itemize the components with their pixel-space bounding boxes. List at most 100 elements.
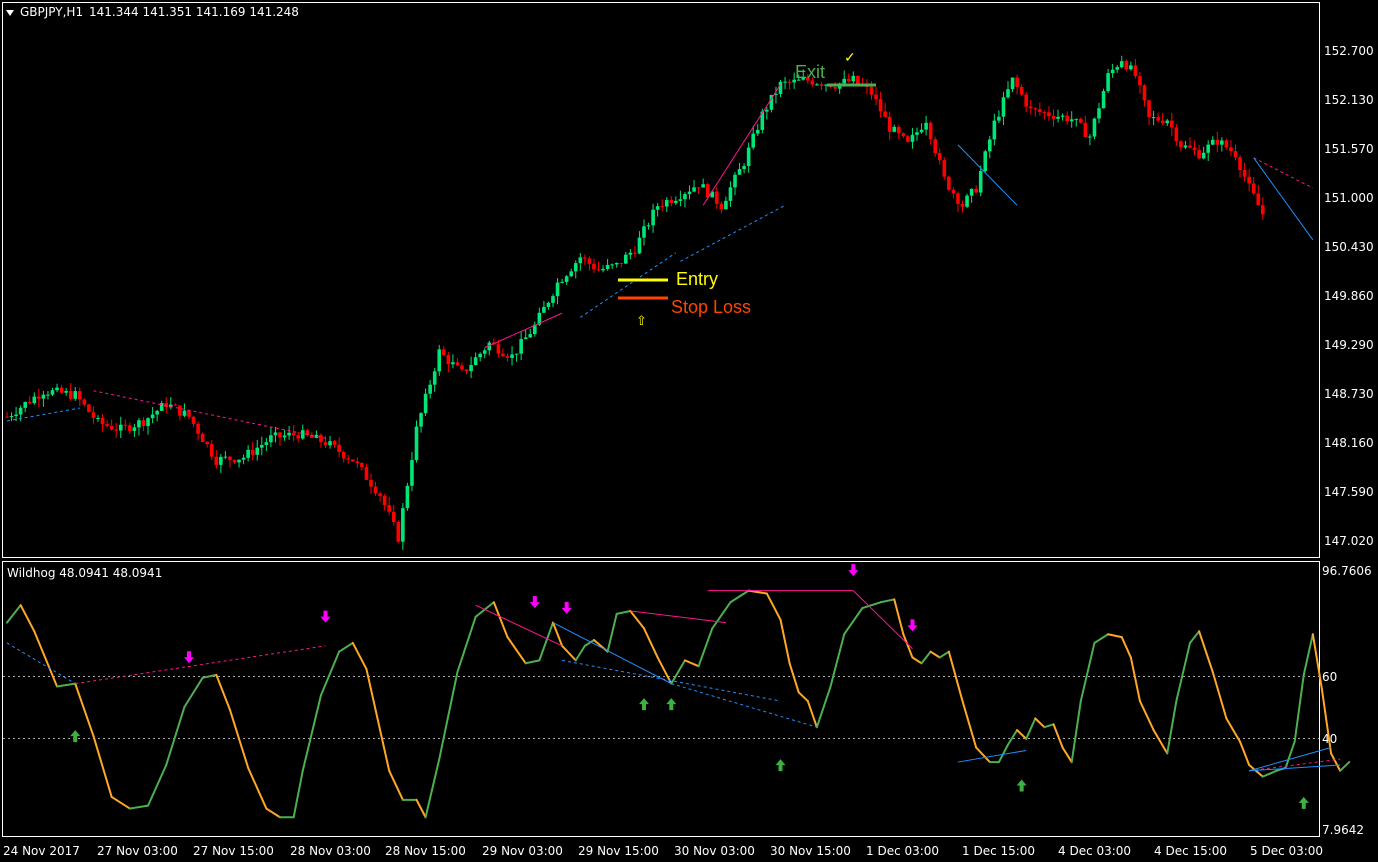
divergence-line: [671, 683, 818, 728]
oscillator-segment: [1043, 723, 1055, 729]
oscillator-segment: [1175, 641, 1191, 703]
candle-body: [501, 353, 505, 357]
sell-arrow-icon: [848, 564, 859, 577]
candle-body: [118, 424, 123, 431]
candle-body: [856, 75, 860, 84]
candle-body: [387, 505, 391, 512]
oscillator-segment: [1107, 633, 1123, 639]
candle-body: [1010, 77, 1015, 90]
candle-body: [906, 136, 910, 142]
candle-body: [578, 257, 583, 264]
time-tick: 28 Nov 03:00: [290, 844, 371, 858]
candle-body: [9, 416, 14, 418]
candle-body: [237, 459, 241, 463]
candle-body: [241, 457, 246, 460]
divergence-line: [957, 749, 1027, 763]
candle-body: [128, 425, 132, 432]
oscillator-segment: [1070, 700, 1082, 764]
candle-body: [897, 126, 901, 134]
candle-body: [633, 252, 637, 254]
candle-body: [815, 84, 819, 86]
oscillator-segment: [110, 795, 131, 810]
oscillator-segment: [1093, 633, 1110, 644]
candle-body: [1201, 152, 1206, 159]
candle-body: [969, 188, 974, 196]
candle-body: [601, 268, 605, 271]
symbol-label: GBPJPY,H1: [20, 5, 83, 19]
candle-body: [87, 404, 91, 413]
time-tick: 27 Nov 03:00: [97, 844, 178, 858]
candle-body: [205, 441, 209, 445]
candle-body: [1192, 147, 1197, 151]
candle-body: [228, 456, 232, 460]
candle-body: [91, 412, 96, 419]
candle-body: [428, 384, 432, 394]
candle-body: [546, 302, 551, 307]
divergence-line: [1249, 747, 1332, 772]
divergence-line: [1253, 157, 1314, 189]
candle-body: [915, 132, 919, 135]
candle-body: [46, 394, 50, 396]
divergence-line: [1249, 764, 1341, 772]
candle-body: [965, 195, 969, 207]
chart-menu-triangle-icon[interactable]: [6, 10, 14, 16]
candle-body: [446, 355, 451, 365]
candle-body: [182, 410, 187, 416]
candle-body: [1038, 109, 1042, 113]
oscillator-segment: [319, 650, 341, 697]
candle-body: [1251, 183, 1256, 194]
candle-body: [1197, 150, 1201, 159]
candle-body: [651, 209, 655, 226]
candle-body: [1210, 139, 1215, 145]
candle-body: [746, 147, 751, 166]
candle-body: [555, 282, 560, 297]
oscillator-segment: [351, 641, 368, 671]
oscillator-segment: [1007, 729, 1019, 746]
entry-arrow-icon: ⇧: [636, 313, 647, 328]
trading-chart[interactable]: 152.700 152.130 151.570 151.000 150.430 …: [0, 0, 1378, 862]
exit-label: Exit: [795, 62, 825, 82]
buy-arrow-icon: [775, 759, 786, 772]
candle-body: [596, 269, 601, 271]
candle-body: [391, 511, 396, 523]
candle-body: [1215, 139, 1220, 145]
candle-body: [564, 276, 569, 282]
candle-body: [901, 133, 906, 137]
candle-body: [473, 357, 478, 366]
oscillator-segment: [1034, 717, 1046, 729]
candle-body: [933, 139, 937, 154]
oscillator-segment: [215, 673, 231, 711]
oscillator-segment: [879, 598, 896, 604]
oscillator-segment: [911, 656, 923, 665]
candle-body: [1006, 89, 1010, 98]
oscillator-segment: [1330, 752, 1342, 772]
time-tick: 27 Nov 15:00: [193, 844, 274, 858]
candle-body: [755, 129, 760, 134]
oscillator-segment: [806, 700, 818, 729]
candle-body: [1101, 91, 1106, 109]
candle-body: [37, 396, 41, 399]
candle-body: [560, 281, 564, 283]
oscillator-segment: [1079, 641, 1096, 703]
oscillator-segment: [765, 592, 782, 621]
candle-body: [869, 86, 874, 95]
candle-body: [460, 365, 464, 370]
oscillator-segment: [56, 682, 77, 688]
sell-arrow-icon: [184, 651, 194, 664]
exit-check-icon: ✓: [844, 49, 856, 65]
oscillator-segment: [374, 708, 391, 772]
candle-body: [341, 452, 346, 459]
oscillator-segment: [92, 734, 113, 798]
candle-body: [137, 420, 141, 428]
price-tick: 147.020: [1324, 534, 1374, 548]
candle-body: [1060, 115, 1065, 117]
candle-body: [674, 200, 678, 204]
oscillator-segment: [1293, 673, 1305, 743]
candle-body: [1024, 94, 1028, 107]
candle-body: [1256, 193, 1261, 206]
oscillator-segment: [365, 668, 377, 711]
oscillator-segment: [1239, 740, 1251, 766]
candle-body: [974, 188, 978, 193]
divergence-line: [702, 84, 781, 206]
candle-body: [323, 442, 328, 446]
